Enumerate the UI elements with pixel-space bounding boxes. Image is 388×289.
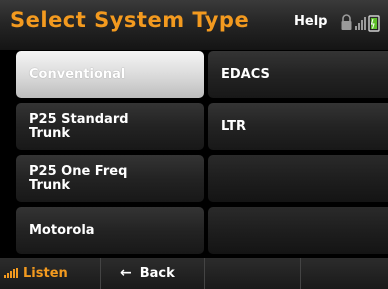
listen-button[interactable]: Listen — [4, 262, 68, 284]
empty-slot-button — [208, 155, 388, 202]
empty-slot-button — [208, 207, 388, 254]
option-motorola-button[interactable]: Motorola — [16, 207, 204, 254]
system-type-screen: Select System Type Help Conventional P25… — [0, 0, 388, 289]
arrow-left-icon: ← — [120, 265, 132, 281]
option-p25-standard-trunk-button[interactable]: P25 Standard Trunk — [16, 103, 204, 150]
page-title: Select System Type — [10, 8, 250, 32]
battery-icon — [368, 15, 380, 32]
option-label: Motorola — [29, 222, 95, 238]
back-label: Back — [139, 265, 175, 281]
header-bar: Select System Type Help — [0, 0, 388, 50]
option-label: P25 One Freq Trunk — [29, 163, 128, 193]
signal-bars-icon — [4, 268, 18, 278]
footer-divider — [204, 258, 205, 289]
lock-icon — [341, 14, 352, 30]
signal-bars-icon — [355, 17, 366, 30]
option-p25-one-freq-trunk-button[interactable]: P25 One Freq Trunk — [16, 155, 204, 202]
option-ltr-button[interactable]: LTR — [208, 103, 388, 150]
option-edacs-button[interactable]: EDACS — [208, 51, 388, 98]
option-label: EDACS — [221, 66, 270, 82]
status-icons — [340, 13, 388, 33]
option-label: Conventional — [29, 66, 126, 82]
back-button[interactable]: ← Back — [120, 262, 175, 284]
listen-label: Listen — [23, 265, 68, 281]
footer-divider — [300, 258, 301, 289]
option-label: P25 Standard Trunk — [29, 111, 129, 141]
help-button[interactable]: Help — [294, 14, 327, 29]
footer-divider — [100, 258, 101, 289]
option-conventional-button[interactable]: Conventional — [16, 51, 204, 98]
option-label: LTR — [221, 118, 247, 134]
